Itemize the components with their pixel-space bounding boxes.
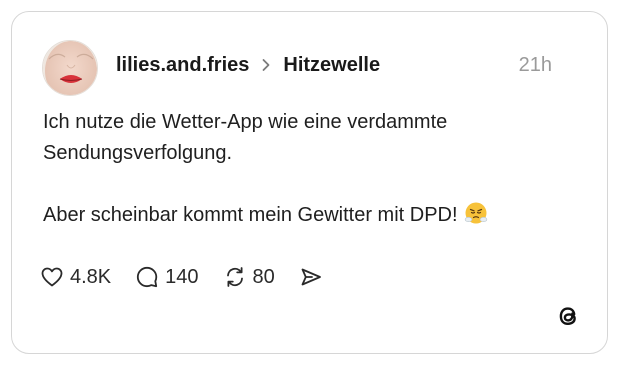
- post-text-line: Sendungsverfolgung.: [43, 142, 233, 164]
- post-text-line: Ich nutze die Wetter-App wie eine verdam…: [43, 111, 448, 133]
- chevron-right-icon: [259, 58, 273, 72]
- repost-button[interactable]: 80: [223, 265, 275, 289]
- heart-icon: [40, 265, 64, 289]
- like-count: 4.8K: [70, 265, 112, 288]
- avatar[interactable]: [42, 40, 98, 96]
- reply-count: 140: [165, 265, 199, 288]
- post-text-line-with-emoji: Aber scheinbar kommt mein Gewitter mit D…: [43, 200, 563, 231]
- like-button[interactable]: 4.8K: [40, 265, 111, 289]
- repost-icon: [223, 265, 247, 289]
- post-card[interactable]: lilies.and.fries Hitzewelle 21h Ich nutz…: [11, 11, 608, 354]
- share-button[interactable]: [299, 265, 323, 289]
- reply-button[interactable]: 140: [135, 265, 199, 289]
- post-header: lilies.and.fries Hitzewelle: [116, 52, 380, 78]
- topic-link[interactable]: Hitzewelle: [283, 54, 380, 77]
- speech-bubble-icon: [135, 265, 159, 289]
- username-link[interactable]: lilies.and.fries: [116, 54, 249, 77]
- post-body: Ich nutze die Wetter-App wie eine verdam…: [43, 107, 563, 231]
- timestamp: 21h: [518, 54, 552, 76]
- threads-logo-icon: [555, 303, 581, 329]
- send-icon: [299, 265, 323, 289]
- face-with-steam-from-nose-icon: [464, 201, 488, 225]
- repost-count: 80: [252, 265, 275, 288]
- action-bar: 4.8K 140 80: [40, 263, 347, 291]
- post-text-line: Aber scheinbar kommt mein Gewitter mit D…: [43, 204, 458, 226]
